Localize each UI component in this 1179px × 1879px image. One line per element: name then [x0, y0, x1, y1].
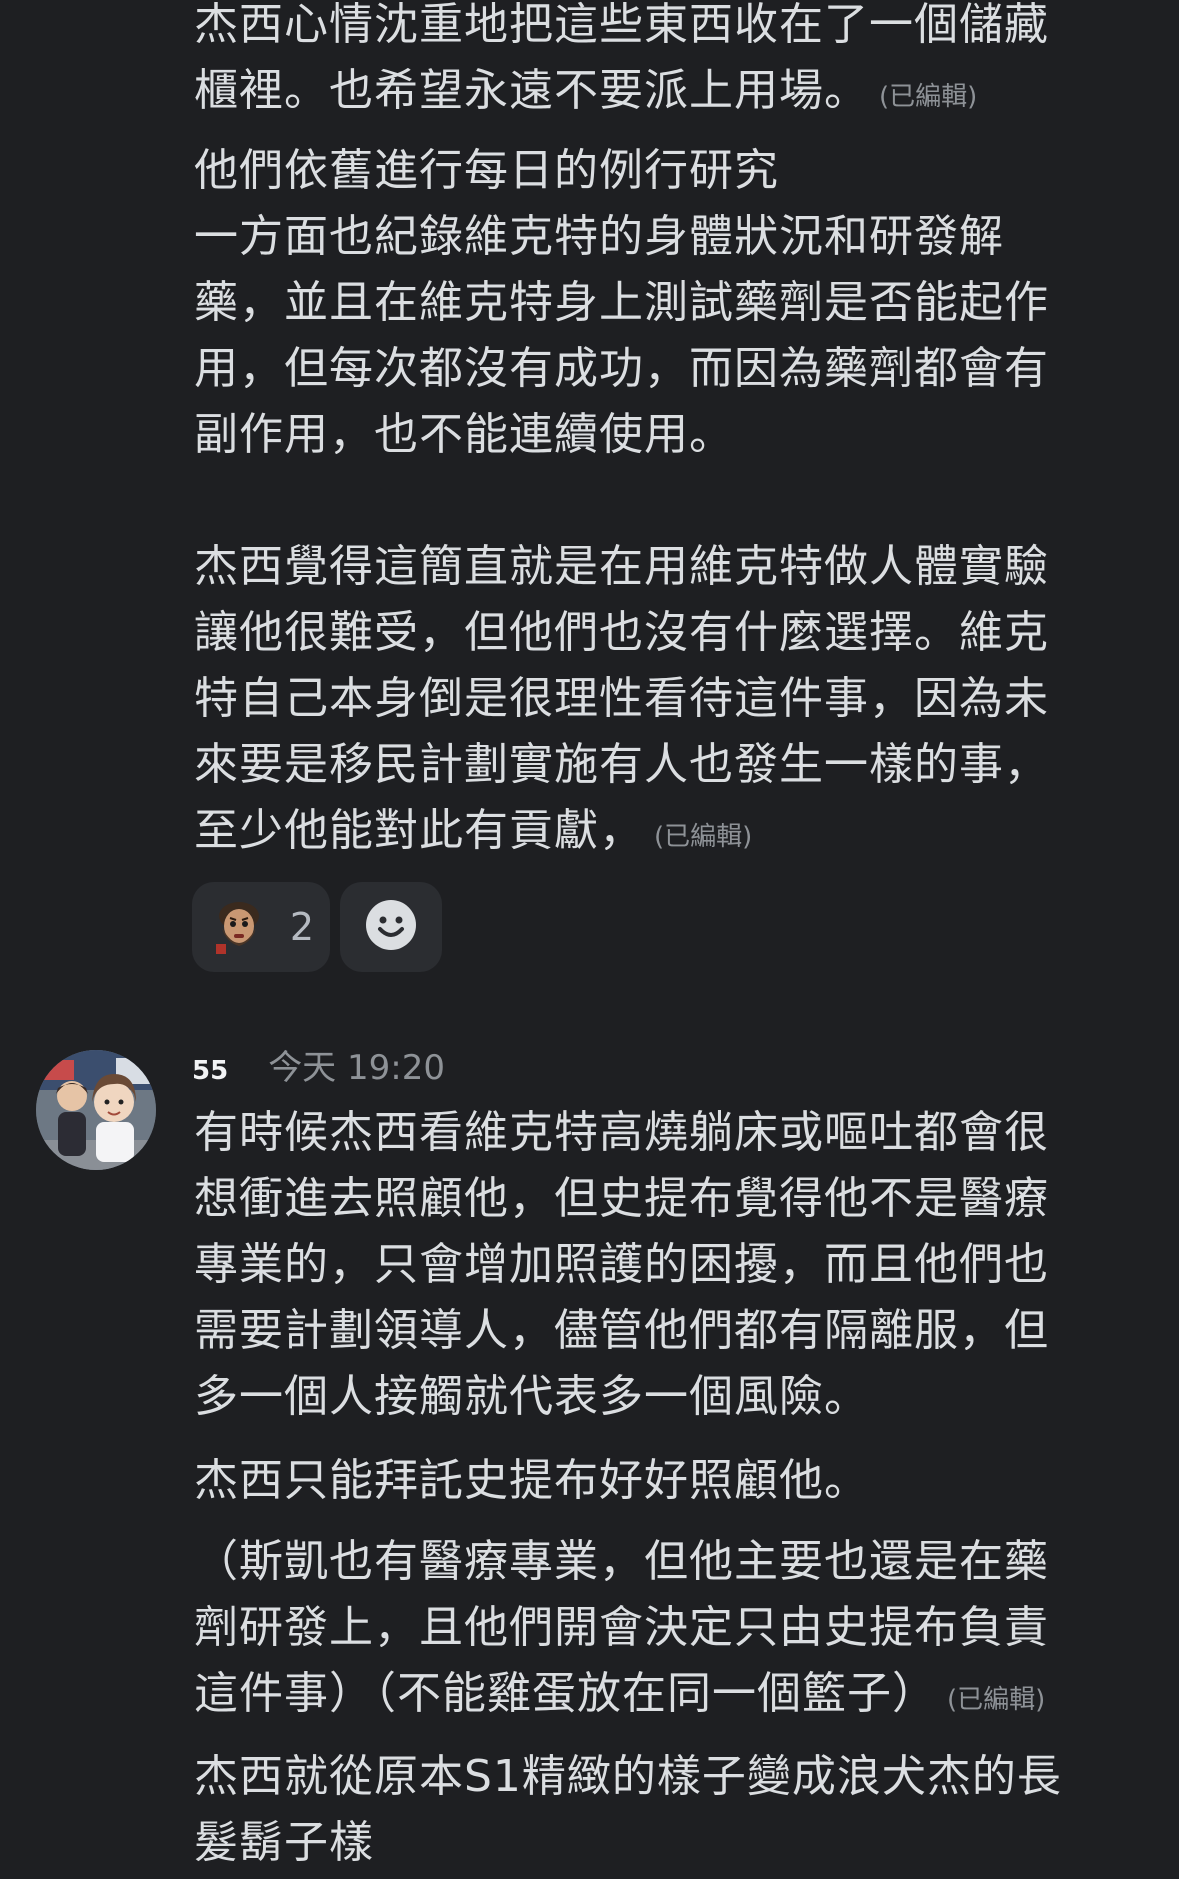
message-paragraph: 杰西心情沈重地把這些東西收在了一個儲藏 櫃裡。也希望永遠不要派上用場。 (已編輯)	[194, 0, 1134, 130]
smiley-icon	[365, 899, 417, 955]
message-header: 55 今天 19:20	[192, 1040, 445, 1089]
message-content: 他們依舊進行每日的例行研究 一方面也紀錄維克特的身體狀況和研發解 藥，並且在維克…	[194, 138, 1134, 870]
message-text: 他們依舊進行每日的例行研究 一方面也紀錄維克特的身體狀況和研發解 藥，並且在維克…	[194, 145, 1049, 856]
message-paragraph: 杰西就從原本S1精緻的樣子變成浪犬杰的長 髮鬍子樣	[194, 1751, 1062, 1868]
username[interactable]: 55	[192, 1056, 228, 1086]
message-text: （斯凱也有醫療專業，但他主要也還是在藥 劑研發上，且他們開會決定只由史提布負責 …	[194, 1536, 1049, 1719]
edited-label: (已編輯)	[879, 82, 978, 112]
message-content: 杰西就從原本S1精緻的樣子變成浪犬杰的長 髮鬍子樣	[194, 1744, 1134, 1876]
message-content: 杰西只能拜託史提布好好照顧他。	[194, 1448, 1134, 1514]
add-reaction-button[interactable]	[340, 882, 442, 972]
message-paragraph: 他們依舊進行每日的例行研究 一方面也紀錄維克特的身體狀況和研發解 藥，並且在維克…	[194, 138, 1134, 870]
edited-label: (已編輯)	[654, 822, 753, 852]
message-content: 有時候杰西看維克特高燒躺床或嘔吐都會很 想衝進去照顧他，但史提布覺得他不是醫療 …	[194, 1100, 1134, 1430]
message-paragraph: 杰西只能拜託史提布好好照顧他。	[194, 1455, 869, 1506]
reaction-bar: 2	[192, 882, 442, 972]
edited-label: (已編輯)	[947, 1685, 1046, 1715]
message-content: 杰西心情沈重地把這些東西收在了一個儲藏 櫃裡。也希望永遠不要派上用場。 (已編輯)	[194, 0, 1134, 130]
message-paragraph: （斯凱也有醫療專業，但他主要也還是在藥 劑研發上，且他們開會決定只由史提布負責 …	[194, 1529, 1134, 1733]
reaction-button[interactable]: 2	[192, 882, 330, 972]
chat-view: 杰西心情沈重地把這些東西收在了一個儲藏 櫃裡。也希望永遠不要派上用場。 (已編輯)…	[0, 0, 1179, 1879]
reaction-count: 2	[289, 905, 315, 949]
avatar[interactable]	[36, 1050, 156, 1170]
message-content: （斯凱也有醫療專業，但他主要也還是在藥 劑研發上，且他們開會決定只由史提布負責 …	[194, 1529, 1134, 1733]
custom-emoji-bearded-man-icon	[208, 894, 270, 960]
message-paragraph: 有時候杰西看維克特高燒躺床或嘔吐都會很 想衝進去照顧他，但史提布覺得他不是醫療 …	[194, 1107, 1049, 1422]
timestamp: 今天 19:20	[268, 1048, 445, 1088]
